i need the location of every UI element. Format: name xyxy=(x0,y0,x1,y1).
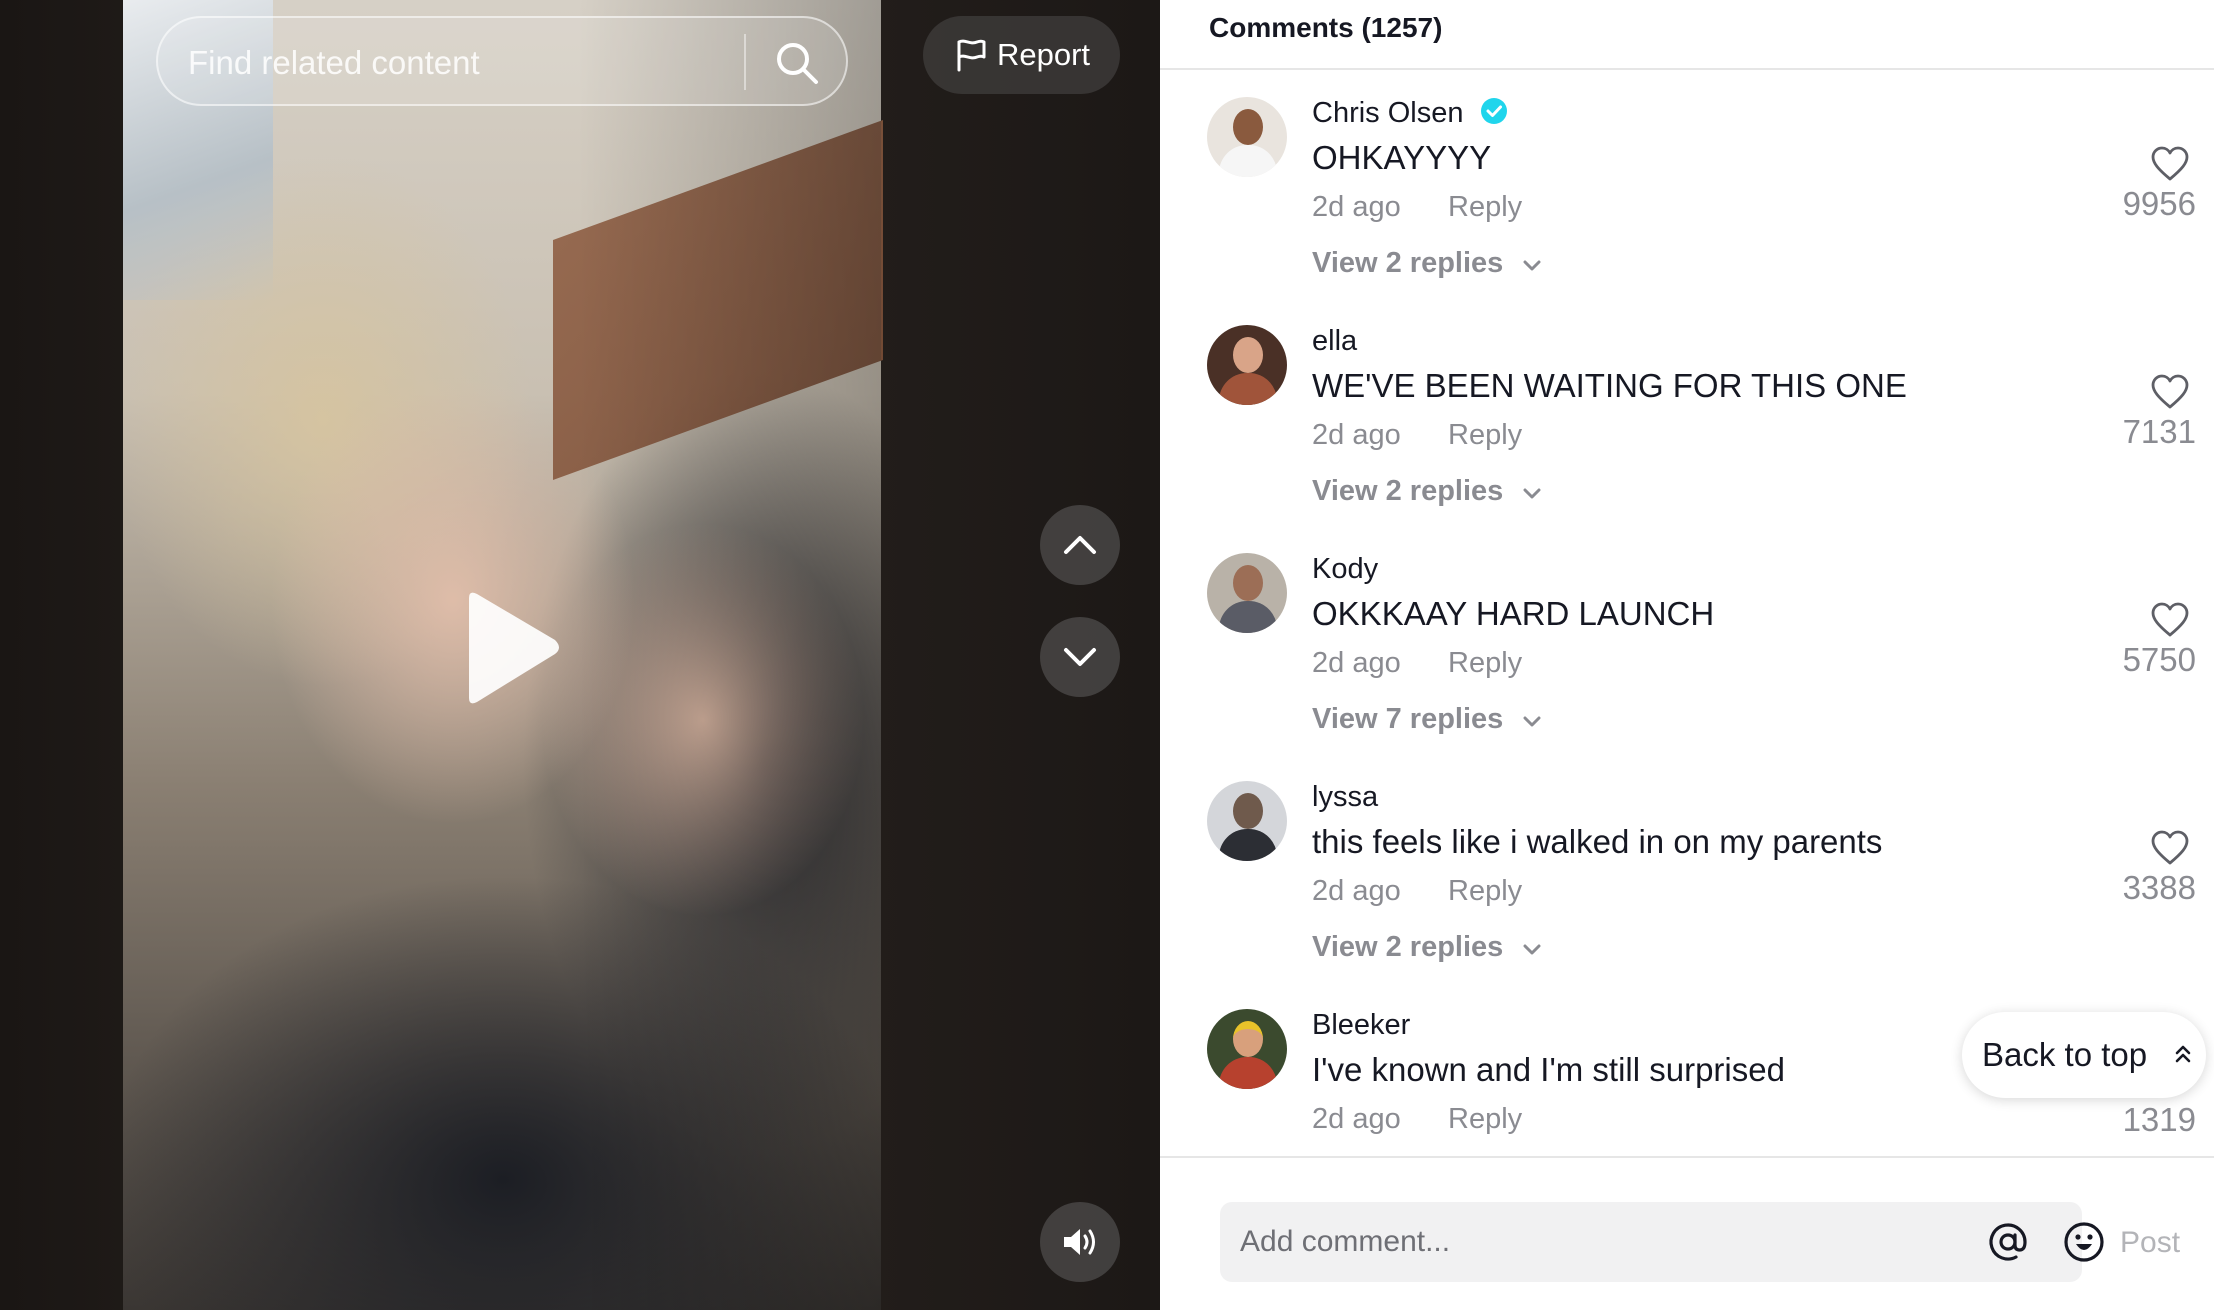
comment-time: 2d ago xyxy=(1312,1103,1401,1135)
at-icon[interactable] xyxy=(1986,1220,2030,1264)
reply-button[interactable]: Reply xyxy=(1448,191,1522,224)
avatar[interactable] xyxy=(1207,781,1287,861)
back-to-top-label: Back to top xyxy=(1982,1036,2148,1073)
report-button[interactable]: Report xyxy=(923,16,1120,94)
avatar[interactable] xyxy=(1207,97,1287,177)
comment-username[interactable]: lyssa xyxy=(1312,781,1378,814)
back-to-top-button[interactable]: Back to top xyxy=(1962,1012,2206,1098)
previous-video-button[interactable] xyxy=(1040,505,1120,585)
like-count: 1319 xyxy=(2122,1101,2196,1138)
comment-username[interactable]: Chris Olsen xyxy=(1312,97,1508,130)
reply-button[interactable]: Reply xyxy=(1448,1103,1522,1136)
comment-time: 2d ago xyxy=(1312,191,1401,223)
comment-composer: Add comment... Post xyxy=(1160,1156,2214,1310)
chevron-down-icon xyxy=(1064,648,1096,666)
comment-item: ella WE'VE BEEN WAITING FOR THIS ONE 2d … xyxy=(1160,325,2214,553)
chevron-down-icon xyxy=(1523,260,1541,271)
chevron-up-icon xyxy=(1064,536,1096,554)
heart-icon[interactable] xyxy=(2150,373,2190,411)
avatar[interactable] xyxy=(1207,1009,1287,1089)
volume-button[interactable] xyxy=(1040,1202,1120,1282)
search-icon[interactable] xyxy=(772,38,822,88)
video-area: Find related content Report xyxy=(0,0,1160,1310)
like-count: 9956 xyxy=(2122,185,2196,222)
double-chevron-up-icon xyxy=(2175,1045,2191,1063)
comment-item: Kody OKKKAAY HARD LAUNCH 2d ago Reply Vi… xyxy=(1160,553,2214,781)
comment-time: 2d ago xyxy=(1312,875,1401,907)
avatar[interactable] xyxy=(1207,553,1287,633)
comment-item: lyssa this feels like i walked in on my … xyxy=(1160,781,2214,1009)
comment-username[interactable]: ella xyxy=(1312,325,1357,358)
report-label: Report xyxy=(997,37,1091,72)
view-replies-button[interactable]: View 2 replies xyxy=(1312,247,1543,280)
chevron-down-icon xyxy=(1523,488,1541,499)
heart-icon[interactable] xyxy=(2150,145,2190,183)
comments-title: Comments (1257) xyxy=(1209,12,1443,43)
search-divider xyxy=(744,34,746,90)
heart-icon[interactable] xyxy=(2150,601,2190,639)
comment-text: OKKKAAY HARD LAUNCH xyxy=(1312,595,1715,632)
heart-icon[interactable] xyxy=(2150,829,2190,867)
flag-icon xyxy=(957,39,986,72)
emoji-icon[interactable] xyxy=(2062,1220,2106,1264)
next-video-button[interactable] xyxy=(1040,617,1120,697)
search-placeholder: Find related content xyxy=(188,44,480,81)
comment-text: WE'VE BEEN WAITING FOR THIS ONE xyxy=(1312,367,1907,404)
chevron-down-icon xyxy=(1523,944,1541,955)
reply-button[interactable]: Reply xyxy=(1448,419,1522,452)
avatar[interactable] xyxy=(1207,325,1287,405)
comment-text: OHKAYYYY xyxy=(1312,139,1492,176)
search-input[interactable]: Find related content xyxy=(156,16,848,106)
comment-input[interactable]: Add comment... xyxy=(1220,1202,2104,1282)
chevron-down-icon xyxy=(1523,716,1541,727)
comment-time: 2d ago xyxy=(1312,647,1401,679)
play-icon[interactable] xyxy=(455,588,565,708)
verified-badge-icon xyxy=(1480,98,1507,124)
view-replies-button[interactable]: View 2 replies xyxy=(1312,475,1543,508)
comments-panel: Comments (1257) Chris Olsen OHKAYYYY 2d … xyxy=(1160,0,2214,1310)
view-replies-button[interactable]: View 7 replies xyxy=(1312,703,1543,736)
comments-header: Comments (1257) xyxy=(1160,0,2214,70)
comment-text: I've known and I'm still surprised xyxy=(1312,1051,1785,1088)
comment-item: Chris Olsen OHKAYYYY 2d ago Reply View 2… xyxy=(1160,97,2214,325)
like-count: 5750 xyxy=(2122,641,2196,678)
reply-button[interactable]: Reply xyxy=(1448,647,1522,680)
comment-username[interactable]: Bleeker xyxy=(1312,1009,1410,1042)
volume-icon xyxy=(1064,1229,1095,1255)
reply-button[interactable]: Reply xyxy=(1448,875,1522,908)
like-count: 3388 xyxy=(2122,869,2196,906)
view-replies-button[interactable]: View 2 replies xyxy=(1312,931,1543,964)
comment-time: 2d ago xyxy=(1312,419,1401,451)
like-count: 7131 xyxy=(2122,413,2196,450)
comment-placeholder: Add comment... xyxy=(1240,1225,1451,1258)
comment-username[interactable]: Kody xyxy=(1312,553,1378,586)
post-button[interactable]: Post xyxy=(2120,1226,2180,1260)
comment-text: this feels like i walked in on my parent… xyxy=(1312,823,1883,860)
